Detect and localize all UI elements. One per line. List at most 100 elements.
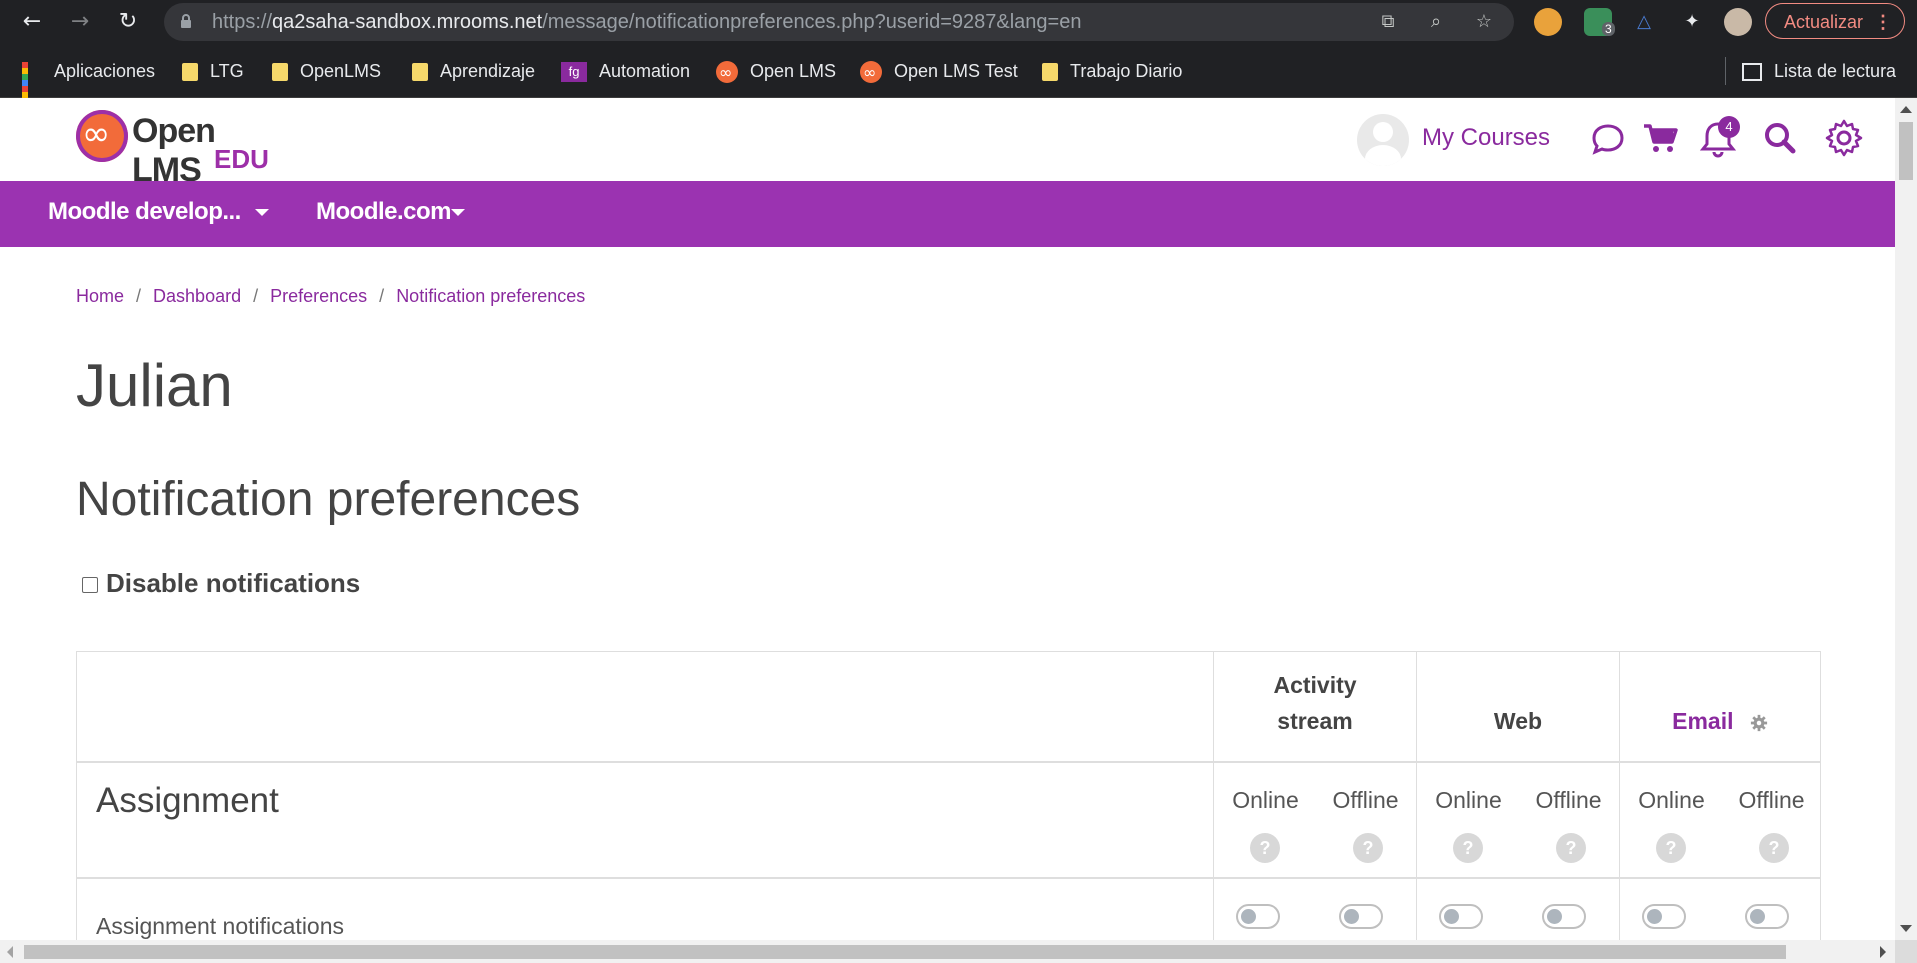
- help-icon[interactable]: ?: [1759, 833, 1789, 863]
- breadcrumb-separator: /: [136, 286, 142, 306]
- component-name: Assignment: [96, 781, 279, 820]
- state-online-label: Online: [1638, 787, 1705, 813]
- toggle-email-offline[interactable]: [1745, 904, 1789, 929]
- breadcrumb-separator: /: [253, 286, 259, 306]
- email-settings-link[interactable]: Email: [1672, 708, 1733, 734]
- scroll-down-icon[interactable]: [1900, 925, 1912, 932]
- help-icon[interactable]: ?: [1556, 833, 1586, 863]
- reading-list-button[interactable]: Lista de lectura: [1742, 45, 1896, 97]
- nav-moodle-develop[interactable]: Moodle develop...: [48, 181, 269, 247]
- forward-icon[interactable]: →: [64, 6, 96, 38]
- folder-icon: [1042, 63, 1058, 82]
- notification-badge: 4: [1718, 116, 1740, 138]
- breadcrumb-separator: /: [379, 286, 385, 306]
- component-row-assignment: Assignment Online Offline ? ? Online Off…: [77, 763, 1820, 879]
- user-name-heading: Julian: [76, 352, 233, 419]
- bookmark-openlms-folder[interactable]: OpenLMS: [272, 45, 381, 97]
- table-header-row: Activity stream Web Email: [77, 652, 1820, 763]
- main-navbar: Moodle develop... Moodle.com: [0, 181, 1895, 247]
- state-offline-label: Offline: [1535, 787, 1602, 813]
- site-logo[interactable]: ∞ Open LMS EDU: [76, 110, 276, 189]
- vertical-scroll-thumb[interactable]: [1899, 122, 1913, 180]
- toggles-email: [1619, 879, 1820, 940]
- state-online-label: Online: [1435, 787, 1502, 813]
- breadcrumb-dashboard[interactable]: Dashboard: [153, 286, 241, 306]
- logo-sub: EDU: [214, 144, 269, 174]
- disable-notifications-checkbox[interactable]: [82, 577, 98, 594]
- cart-icon[interactable]: [1640, 118, 1680, 158]
- translate-icon[interactable]: ⧉: [1376, 10, 1400, 34]
- processor-header-activity-stream: Activity stream: [1213, 652, 1416, 761]
- page-viewport: ∞ Open LMS EDU My Courses 4 Moodle devel…: [0, 98, 1895, 940]
- scroll-up-icon[interactable]: [1900, 106, 1912, 113]
- extension-glasses-icon[interactable]: [1534, 8, 1562, 36]
- bookmarks-bar: Aplicaciones LTG OpenLMS Aprendizaje fg A…: [0, 45, 1917, 117]
- toggle-email-online[interactable]: [1642, 904, 1686, 929]
- reload-icon[interactable]: ↻: [112, 6, 144, 38]
- lock-icon: [181, 14, 191, 28]
- toggle-activity-online[interactable]: [1236, 904, 1280, 929]
- extension-shield-icon[interactable]: 3: [1584, 8, 1615, 36]
- my-courses-link[interactable]: My Courses: [1422, 122, 1550, 154]
- scroll-right-icon[interactable]: [1880, 946, 1886, 958]
- help-icon[interactable]: ?: [1453, 833, 1483, 863]
- breadcrumb-notification-preferences[interactable]: Notification preferences: [396, 286, 585, 306]
- vertical-scrollbar[interactable]: [1895, 98, 1917, 940]
- profile-avatar-icon[interactable]: [1724, 8, 1752, 36]
- bookmark-open-lms-test[interactable]: Open LMS Test: [860, 45, 1018, 99]
- processor-header-email: Email: [1619, 652, 1820, 761]
- toggle-activity-offline[interactable]: [1339, 904, 1383, 929]
- email-gear-icon[interactable]: [1750, 714, 1768, 732]
- scroll-left-icon[interactable]: [7, 946, 13, 958]
- item-name: Assignment notifications: [96, 913, 345, 939]
- update-button[interactable]: Actualizar ⋮: [1765, 3, 1905, 39]
- help-icon[interactable]: ?: [1250, 833, 1280, 863]
- help-icon[interactable]: ?: [1656, 833, 1686, 863]
- notification-preferences-table: Activity stream Web Email Assignment Onli…: [76, 651, 1821, 940]
- bookmark-open-lms[interactable]: Open LMS: [716, 45, 836, 99]
- horizontal-scroll-thumb[interactable]: [24, 945, 1786, 959]
- bookmark-aprendizaje[interactable]: Aprendizaje: [412, 45, 535, 97]
- caret-down-icon: [451, 209, 466, 217]
- folder-icon: [272, 63, 288, 82]
- disable-notifications-control[interactable]: Disable notifications: [82, 568, 360, 599]
- search-icon[interactable]: [1760, 118, 1800, 158]
- logo-mark-icon: ∞: [76, 110, 128, 162]
- state-online-label: Online: [1232, 787, 1299, 813]
- folder-icon: [182, 63, 198, 82]
- openlms-icon: [716, 47, 738, 99]
- settings-gear-icon[interactable]: [1824, 118, 1864, 158]
- toggle-web-offline[interactable]: [1542, 904, 1586, 929]
- bookmark-star-icon[interactable]: ☆: [1472, 10, 1496, 34]
- folder-icon: [412, 63, 428, 82]
- breadcrumb-home[interactable]: Home: [76, 286, 124, 306]
- disable-notifications-label: Disable notifications: [106, 568, 361, 598]
- zoom-icon[interactable]: ⌕: [1424, 10, 1448, 34]
- address-bar[interactable]: https://qa2saha-sandbox.mrooms.net/messa…: [164, 3, 1514, 41]
- more-vert-icon: ⋮: [1874, 12, 1892, 32]
- toggle-web-online[interactable]: [1439, 904, 1483, 929]
- extension-triangle-icon[interactable]: △: [1632, 10, 1656, 34]
- help-icon[interactable]: ?: [1353, 833, 1383, 863]
- messages-icon[interactable]: [1588, 118, 1628, 158]
- back-icon[interactable]: ←: [16, 6, 48, 38]
- state-offline-label: Offline: [1738, 787, 1805, 813]
- bookmark-automation[interactable]: fg Automation: [561, 45, 690, 97]
- extension-badge: 3: [1602, 22, 1615, 36]
- bookmark-ltg[interactable]: LTG: [182, 45, 244, 97]
- toggles-activity-stream: [1213, 879, 1416, 940]
- horizontal-scrollbar[interactable]: [0, 940, 1895, 963]
- user-avatar[interactable]: [1357, 114, 1409, 166]
- nav-moodle-com[interactable]: Moodle.com: [316, 181, 466, 247]
- processor-states-web: Online Offline ? ?: [1416, 763, 1619, 877]
- breadcrumb-preferences[interactable]: Preferences: [270, 286, 367, 306]
- openlms-icon: [860, 47, 882, 99]
- toggles-web: [1416, 879, 1619, 940]
- caret-down-icon: [254, 209, 269, 217]
- url-text: https://qa2saha-sandbox.mrooms.net/messa…: [212, 11, 1082, 33]
- state-offline-label: Offline: [1332, 787, 1399, 813]
- bookmark-aplicaciones[interactable]: Aplicaciones: [22, 45, 155, 117]
- automation-icon: fg: [561, 62, 587, 83]
- puzzle-icon[interactable]: ✦: [1680, 10, 1704, 34]
- bookmark-trabajo-diario[interactable]: Trabajo Diario: [1042, 45, 1182, 97]
